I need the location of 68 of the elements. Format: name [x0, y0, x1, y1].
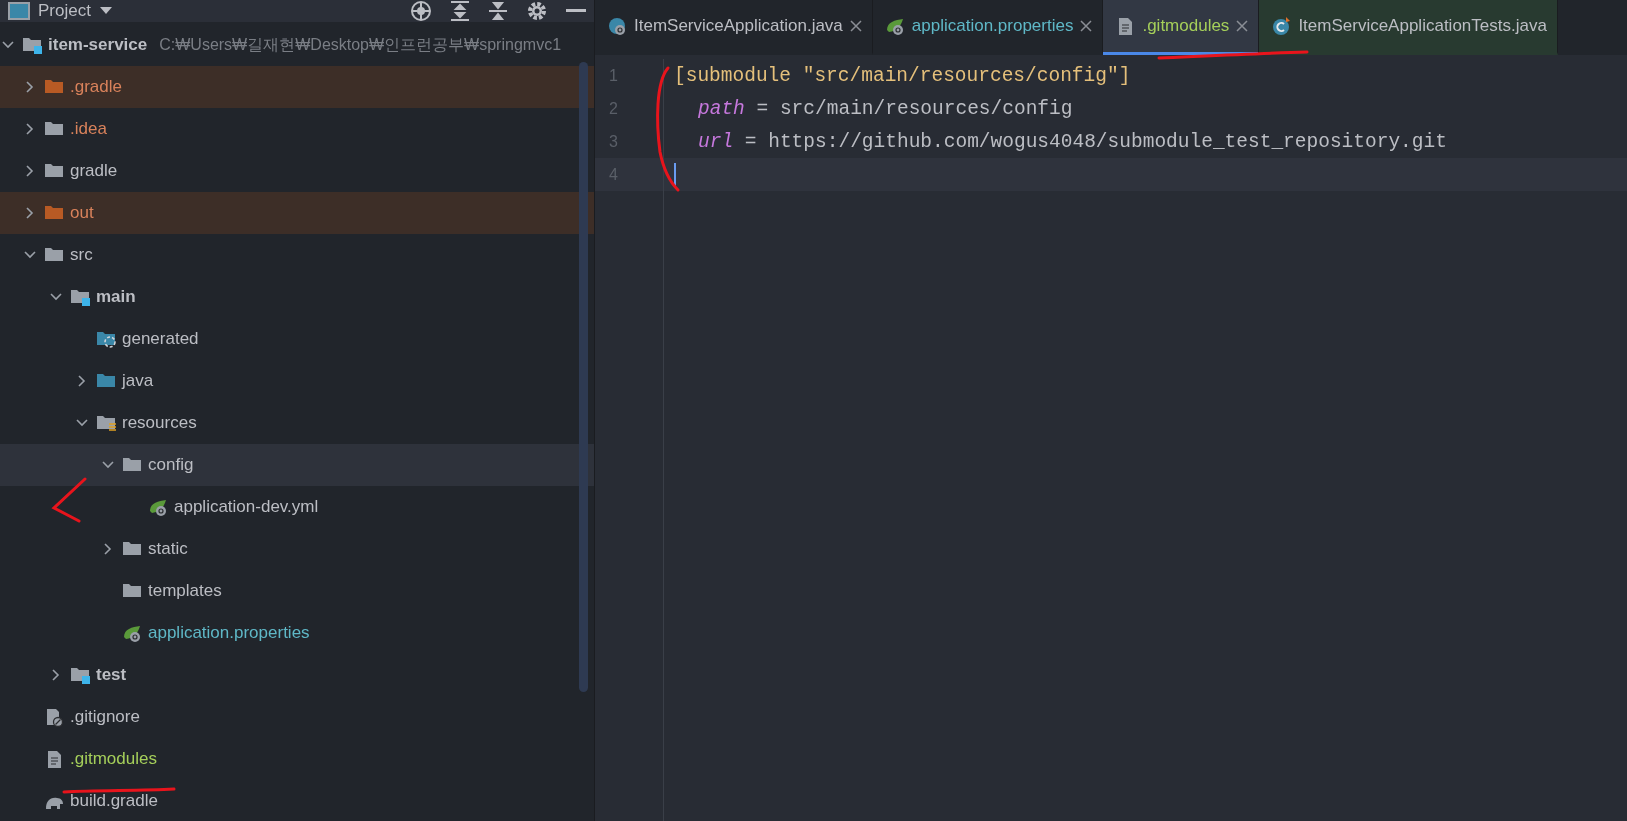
tree-item[interactable]: resources — [0, 402, 594, 444]
scrollbar[interactable] — [579, 62, 588, 692]
editor-tab[interactable]: .gitmodules — [1103, 0, 1260, 55]
module-icon — [22, 35, 42, 55]
tree-item-label: .gradle — [70, 77, 122, 97]
tree-item-label: main — [96, 287, 136, 307]
module-icon — [70, 287, 90, 307]
tree-item[interactable]: .idea — [0, 108, 594, 150]
tree-item-label: item-service — [48, 35, 148, 55]
java-class-icon — [607, 16, 627, 36]
module-icon — [70, 665, 90, 685]
code-line: [submodule "src/main/resources/config"] — [674, 64, 1131, 87]
tree-item-label: resources — [122, 413, 197, 433]
tree-item-label: build.gradle — [70, 791, 158, 811]
path-hint: C:₩Users₩길재현₩Desktop₩인프런공부₩springmvc1 — [159, 34, 562, 55]
tree-item[interactable]: static — [0, 528, 594, 570]
tree-item[interactable]: main — [0, 276, 594, 318]
tree-item[interactable]: out — [0, 192, 594, 234]
panel-title[interactable]: Project — [38, 1, 91, 21]
tree-item-label: test — [96, 665, 127, 685]
dropdown-caret-icon[interactable] — [98, 6, 113, 16]
tree-item-label: out — [70, 203, 94, 223]
close-icon[interactable] — [1080, 20, 1093, 32]
window-icon — [8, 1, 30, 21]
close-icon[interactable] — [849, 20, 862, 32]
tree-item-label: .gitmodules — [70, 749, 157, 769]
tree-item-label: application.properties — [148, 623, 310, 643]
collapse-all-icon[interactable] — [488, 0, 508, 22]
tree-item[interactable]: config — [0, 444, 594, 486]
tree-item[interactable]: .gitignore — [0, 696, 594, 738]
generated-folder-icon — [96, 329, 116, 349]
tree-item-label: application-dev.yml — [174, 497, 319, 517]
code-line: url = https://github.com/wogus4048/submodule_test_repository.git — [698, 130, 1447, 153]
editor-tab[interactable]: ItemServiceApplicationTests.java — [1259, 0, 1558, 55]
text-cursor — [674, 162, 676, 187]
tree-item[interactable]: application.properties — [0, 612, 594, 654]
minimize-icon[interactable] — [566, 9, 586, 13]
tree-item[interactable]: .gitmodules — [0, 738, 594, 780]
tree-item-label: gradle — [70, 161, 118, 181]
tree-item-label: generated — [122, 329, 199, 349]
close-icon[interactable] — [1236, 20, 1249, 32]
locate-icon[interactable] — [410, 0, 432, 22]
resource-folder-icon — [96, 413, 116, 433]
settings-icon[interactable] — [526, 0, 548, 22]
tree-item[interactable]: templates — [0, 570, 594, 612]
tree-item[interactable]: item-service C:₩Users₩길재현₩Desktop₩인프런공부₩springmvc1 — [0, 24, 594, 66]
tree-item[interactable]: build.gradle — [0, 780, 594, 821]
tree-item-label: templates — [148, 581, 222, 601]
tree-item-label: .gitignore — [70, 707, 140, 727]
tree-item[interactable]: .gradle — [0, 66, 594, 108]
tree-item-label: .idea — [70, 119, 107, 139]
expand-all-icon[interactable] — [450, 0, 470, 22]
tree-item[interactable]: application-dev.yml — [0, 486, 594, 528]
tree-item[interactable]: gradle — [0, 150, 594, 192]
tree-item-label: config — [148, 455, 194, 475]
spring-file-icon — [148, 497, 168, 517]
tree-item[interactable]: java — [0, 360, 594, 402]
gitignore-file-icon — [44, 707, 64, 727]
code-line: path = src/main/resources/config — [698, 97, 1073, 120]
test-class-icon — [1271, 16, 1292, 36]
tree-item-label: java — [122, 371, 154, 391]
tree-item-label: static — [148, 539, 188, 559]
spring-file-icon — [884, 16, 905, 36]
tree-item-label: src — [70, 245, 93, 265]
spring-file-icon — [122, 623, 142, 643]
tree-item[interactable]: test — [0, 654, 594, 696]
tree-item[interactable]: generated — [0, 318, 594, 360]
tree-item[interactable]: src — [0, 234, 594, 276]
